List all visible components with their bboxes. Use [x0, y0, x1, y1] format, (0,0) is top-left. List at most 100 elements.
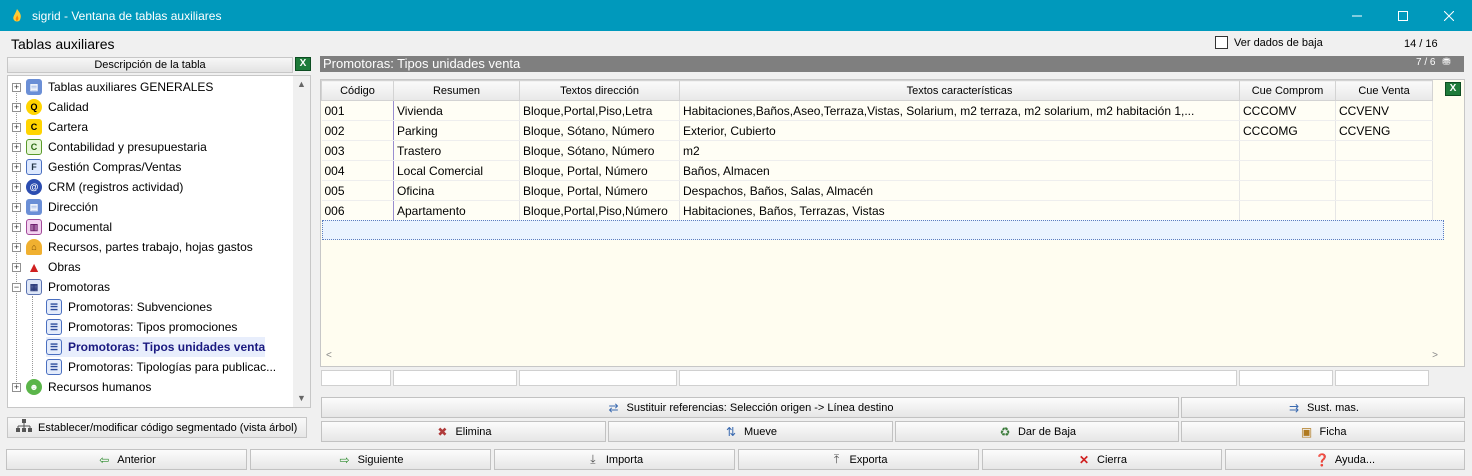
- cell-cue-comprom[interactable]: [1239, 200, 1336, 221]
- cell-codigo[interactable]: 003: [321, 140, 394, 161]
- mueve-button[interactable]: ⇅ Mueve: [608, 421, 893, 442]
- collapse-icon[interactable]: −: [12, 282, 21, 292]
- expand-icon[interactable]: +: [12, 262, 21, 272]
- minimize-icon[interactable]: [1334, 0, 1380, 31]
- sustituir-referencias-button[interactable]: ⇄ Sustituir referencias: Selección orige…: [321, 397, 1179, 418]
- table-row[interactable]: 004 Local Comercial Bloque, Portal, Núme…: [321, 160, 1433, 181]
- table-row[interactable]: 005 Oficina Bloque, Portal, Número Despa…: [321, 180, 1433, 201]
- cell-textos-caracteristicas[interactable]: Exterior, Cubierto: [679, 120, 1240, 141]
- tables-tree[interactable]: + ▤ Tablas auxiliares GENERALES + Q Cali…: [7, 75, 311, 408]
- elimina-button[interactable]: ✖ Elimina: [321, 421, 606, 442]
- scroll-down-icon[interactable]: ▼: [293, 390, 310, 407]
- tree-item-compras-ventas[interactable]: + F Gestión Compras/Ventas: [12, 157, 181, 177]
- cell-resumen[interactable]: Trastero: [393, 140, 520, 161]
- column-header-resumen[interactable]: Resumen: [393, 80, 520, 101]
- cell-resumen[interactable]: Oficina: [393, 180, 520, 201]
- cell-cue-venta[interactable]: [1335, 140, 1433, 161]
- cell-codigo[interactable]: 004: [321, 160, 394, 181]
- column-header-cue-venta[interactable]: Cue Venta: [1335, 80, 1433, 101]
- cell-cue-venta[interactable]: [1335, 200, 1433, 221]
- cell-cue-venta[interactable]: CCVENV: [1335, 100, 1433, 121]
- scroll-up-icon[interactable]: ▲: [293, 76, 310, 93]
- excel-export-icon[interactable]: X: [295, 57, 311, 71]
- tree-item-calidad[interactable]: + Q Calidad: [12, 97, 89, 117]
- tree-item-documental[interactable]: + ▥ Documental: [12, 217, 112, 237]
- exporta-button[interactable]: ⤒ Exporta: [738, 449, 979, 470]
- expand-icon[interactable]: +: [12, 162, 21, 172]
- cell-codigo[interactable]: 006: [321, 200, 394, 221]
- cell-cue-comprom[interactable]: CCCOMG: [1239, 120, 1336, 141]
- anterior-button[interactable]: ⇦ Anterior: [6, 449, 247, 470]
- tree-item-promotoras[interactable]: − ▦ Promotoras: [12, 277, 110, 297]
- cell-cue-venta[interactable]: [1335, 180, 1433, 201]
- cell-textos-direccion[interactable]: Bloque, Sótano, Número: [519, 120, 680, 141]
- cell-textos-caracteristicas[interactable]: m2: [679, 140, 1240, 161]
- cell-textos-caracteristicas[interactable]: Habitaciones,Baños,Aseo,Terraza,Vistas, …: [679, 100, 1240, 121]
- cell-cue-comprom[interactable]: CCCOMV: [1239, 100, 1336, 121]
- ayuda-button[interactable]: ❓ Ayuda...: [1225, 449, 1465, 470]
- expand-icon[interactable]: +: [12, 182, 21, 192]
- tree-scrollbar[interactable]: ▲ ▼: [293, 76, 310, 407]
- excel-export-icon[interactable]: X: [1445, 82, 1461, 96]
- expand-icon[interactable]: +: [12, 222, 21, 232]
- cell-resumen[interactable]: Vivienda: [393, 100, 520, 121]
- cell-resumen[interactable]: Parking: [393, 120, 520, 141]
- tree-item-tipos-unidades-venta[interactable]: ☰ Promotoras: Tipos unidades venta: [46, 337, 266, 357]
- grid-horizontal-scrollbar[interactable]: < >: [322, 348, 1444, 365]
- cell-textos-direccion[interactable]: Bloque,Portal,Piso,Número: [519, 200, 680, 221]
- cell-textos-direccion[interactable]: Bloque, Portal, Número: [519, 160, 680, 181]
- column-header-cue-comprom[interactable]: Cue Comprom: [1239, 80, 1336, 101]
- dar-de-baja-button[interactable]: ♻ Dar de Baja: [895, 421, 1179, 442]
- cell-cue-comprom[interactable]: [1239, 160, 1336, 181]
- table-row[interactable]: 006 Apartamento Bloque,Portal,Piso,Númer…: [321, 200, 1433, 221]
- cell-codigo[interactable]: 005: [321, 180, 394, 201]
- table-row[interactable]: 003 Trastero Bloque, Sótano, Número m2: [321, 140, 1433, 161]
- tree-column-header[interactable]: Descripción de la tabla: [7, 57, 293, 73]
- tree-item-subvenciones[interactable]: ☰ Promotoras: Subvenciones: [46, 297, 212, 317]
- tree-item-tipologias[interactable]: ☰ Promotoras: Tipologías para publicac..…: [46, 357, 276, 377]
- segment-code-button[interactable]: Establecer/modificar código segmentado (…: [7, 417, 307, 438]
- cell-cue-venta[interactable]: [1335, 160, 1433, 181]
- close-icon[interactable]: [1426, 0, 1472, 31]
- cell-textos-caracteristicas[interactable]: Despachos, Baños, Salas, Almacén: [679, 180, 1240, 201]
- tree-item-crm[interactable]: + @ CRM (registros actividad): [12, 177, 183, 197]
- cell-resumen[interactable]: Local Comercial: [393, 160, 520, 181]
- expand-icon[interactable]: +: [12, 122, 21, 132]
- data-grid[interactable]: Código Resumen Textos dirección Textos c…: [320, 79, 1465, 367]
- cell-textos-direccion[interactable]: Bloque, Portal, Número: [519, 180, 680, 201]
- tree-item-tablas-generales[interactable]: + ▤ Tablas auxiliares GENERALES: [12, 77, 213, 97]
- cell-cue-comprom[interactable]: [1239, 140, 1336, 161]
- tree-item-recursos[interactable]: + ⌂ Recursos, partes trabajo, hojas gast…: [12, 237, 253, 257]
- column-header-codigo[interactable]: Código: [321, 80, 394, 101]
- cell-textos-direccion[interactable]: Bloque,Portal,Piso,Letra: [519, 100, 680, 121]
- tree-item-direccion[interactable]: + ▤ Dirección: [12, 197, 98, 217]
- maximize-icon[interactable]: [1380, 0, 1426, 31]
- filter-icon[interactable]: ⛃: [1442, 57, 1450, 68]
- ficha-button[interactable]: ▣ Ficha: [1181, 421, 1465, 442]
- scroll-left-icon[interactable]: <: [326, 350, 332, 361]
- cell-cue-venta[interactable]: CCVENG: [1335, 120, 1433, 141]
- sust-mas-button[interactable]: ⇉ Sust. mas.: [1181, 397, 1465, 418]
- cell-textos-direccion[interactable]: Bloque, Sótano, Número: [519, 140, 680, 161]
- new-row-input[interactable]: [322, 220, 1444, 240]
- expand-icon[interactable]: +: [12, 102, 21, 112]
- expand-icon[interactable]: +: [12, 82, 21, 92]
- tree-item-recursos-humanos[interactable]: + ☻ Recursos humanos: [12, 377, 151, 397]
- expand-icon[interactable]: +: [12, 202, 21, 212]
- tree-item-cartera[interactable]: + C Cartera: [12, 117, 88, 137]
- tree-item-obras[interactable]: + ▲ Obras: [12, 257, 81, 277]
- ver-dados-baja-checkbox[interactable]: Ver dados de baja: [1215, 36, 1323, 49]
- scroll-right-icon[interactable]: >: [1432, 350, 1438, 361]
- column-header-textos-direccion[interactable]: Textos dirección: [519, 80, 680, 101]
- table-row[interactable]: 002 Parking Bloque, Sótano, Número Exter…: [321, 120, 1433, 141]
- expand-icon[interactable]: +: [12, 142, 21, 152]
- cell-cue-comprom[interactable]: [1239, 180, 1336, 201]
- cell-textos-caracteristicas[interactable]: Habitaciones, Baños, Terrazas, Vistas: [679, 200, 1240, 221]
- expand-icon[interactable]: +: [12, 242, 21, 252]
- cell-resumen[interactable]: Apartamento: [393, 200, 520, 221]
- expand-icon[interactable]: +: [12, 382, 21, 392]
- table-row[interactable]: 001 Vivienda Bloque,Portal,Piso,Letra Ha…: [321, 100, 1433, 121]
- cell-codigo[interactable]: 001: [321, 100, 394, 121]
- tree-item-tipos-promociones[interactable]: ☰ Promotoras: Tipos promociones: [46, 317, 237, 337]
- cell-textos-caracteristicas[interactable]: Baños, Almacen: [679, 160, 1240, 181]
